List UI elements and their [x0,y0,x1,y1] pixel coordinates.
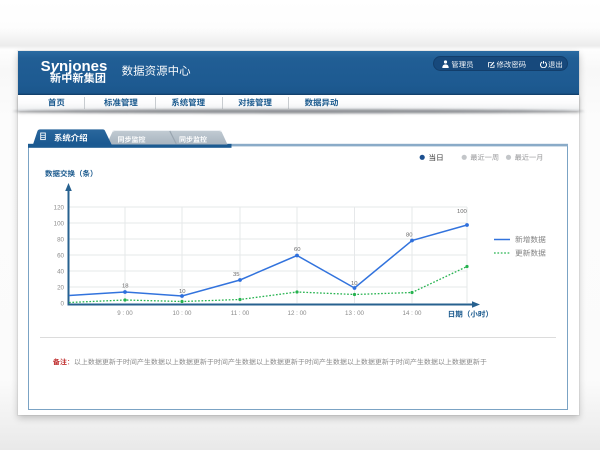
svg-text:10: 10 [351,281,358,287]
svg-text:100: 100 [457,209,468,215]
svg-text:14 : 00: 14 : 00 [403,310,422,317]
svg-text:100: 100 [54,220,65,227]
svg-text:9 : 00: 9 : 00 [117,310,133,317]
svg-text:60: 60 [57,252,64,259]
svg-text:60: 60 [294,247,301,253]
svg-text:10 : 00: 10 : 00 [173,310,192,317]
svg-text:11 : 00: 11 : 00 [231,310,250,317]
svg-text:120: 120 [54,204,65,211]
svg-text:0: 0 [61,300,65,307]
svg-text:18: 18 [122,284,129,290]
svg-text:80: 80 [406,233,413,239]
svg-text:13 : 00: 13 : 00 [345,310,364,317]
svg-text:12 : 00: 12 : 00 [288,310,307,317]
svg-text:80: 80 [57,236,64,243]
svg-text:35: 35 [233,272,240,278]
svg-text:10: 10 [179,289,186,295]
svg-text:20: 20 [57,284,64,291]
svg-text:40: 40 [57,268,64,275]
